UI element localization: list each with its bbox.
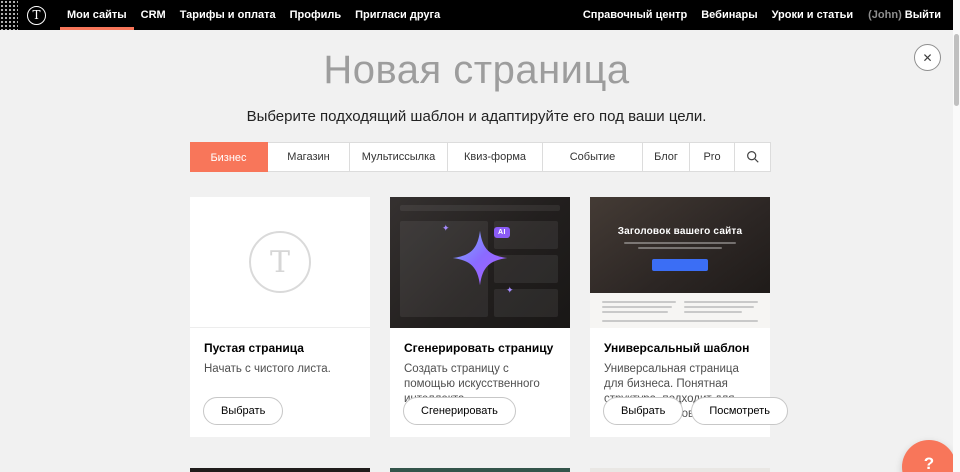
nav-lessons[interactable]: Уроки и статьи: [765, 0, 861, 30]
nav-crm[interactable]: CRM: [134, 0, 173, 30]
preview-line: [684, 311, 742, 313]
nav-help-center[interactable]: Справочный центр: [576, 0, 694, 30]
universal-template-preview: Заголовок вашего сайта: [590, 197, 770, 328]
card-actions: Сгенерировать: [403, 397, 516, 425]
close-button[interactable]: ✕: [914, 44, 941, 71]
card-template: [190, 468, 370, 472]
screen: T Мои сайты CRM Тарифы и оплата Профиль …: [0, 0, 960, 472]
nav-right: Справочный центр Вебинары Уроки и статьи…: [576, 0, 943, 30]
user-name: (John): [860, 9, 902, 21]
preview-line: [602, 320, 758, 322]
nav-invite-friend[interactable]: Пригласи друга: [348, 0, 447, 30]
card-title: Пустая страница: [204, 341, 356, 355]
preview-text-section: [590, 293, 770, 328]
card-blank-page: T Пустая страница Начать с чистого листа…: [190, 197, 370, 437]
ai-badge: AI: [494, 227, 510, 238]
nav-webinars[interactable]: Вебинары: [694, 0, 764, 30]
preview-line: [602, 306, 672, 308]
tab-pro[interactable]: Pro: [690, 143, 735, 171]
card-title: Сгенерировать страницу: [404, 341, 556, 355]
card-universal-template: Заголовок вашего сайта Универсальный шаб…: [590, 197, 770, 437]
ai-generate-preview: AI ✦ ✦: [390, 197, 570, 328]
scrollbar-track: [953, 0, 960, 472]
tab-quiz-form[interactable]: Квиз-форма: [448, 143, 543, 171]
page-title: Новая страница: [0, 48, 953, 93]
template-preview: [390, 468, 570, 472]
tab-blog[interactable]: Блог: [643, 143, 690, 171]
tab-search[interactable]: [735, 143, 770, 171]
choose-button[interactable]: Выбрать: [203, 397, 283, 425]
tab-multilink[interactable]: Мультиссылка: [350, 143, 448, 171]
generate-button[interactable]: Сгенерировать: [403, 397, 516, 425]
preview-line: [684, 301, 758, 303]
tilda-logo[interactable]: T: [27, 6, 46, 25]
scrollbar-thumb[interactable]: [954, 34, 959, 106]
logout-link[interactable]: Выйти: [902, 9, 943, 21]
card-actions: Выбрать: [203, 397, 283, 425]
template-grid: T Пустая страница Начать с чистого листа…: [190, 197, 771, 472]
preview-heading: Заголовок вашего сайта: [590, 226, 770, 237]
card-description: Начать с чистого листа.: [204, 362, 356, 377]
preview-line: [624, 242, 736, 244]
preview-line: [684, 306, 754, 308]
card-title: Универсальный шаблон: [604, 341, 756, 355]
template-preview: [590, 468, 770, 472]
preview-hero: Заголовок вашего сайта: [590, 197, 770, 293]
preview-line: [602, 301, 676, 303]
tab-business[interactable]: Бизнес: [190, 142, 268, 172]
preview-line: [602, 311, 668, 313]
nav-my-sites[interactable]: Мои сайты: [60, 0, 134, 30]
template-category-tabs: Бизнес Магазин Мультиссылка Квиз-форма С…: [190, 142, 771, 172]
sparkle-icon: ✦: [506, 285, 514, 296]
tab-event[interactable]: Событие: [543, 143, 643, 171]
card-body: Сгенерировать страницу Создать страницу …: [390, 328, 570, 407]
tilda-logo-letter: T: [32, 8, 40, 22]
card-body: Пустая страница Начать с чистого листа.: [190, 328, 370, 377]
blank-page-preview: T: [190, 197, 370, 328]
page-subtitle: Выберите подходящий шаблон и адаптируйте…: [0, 108, 953, 125]
preview-line: [638, 247, 722, 249]
choose-button[interactable]: Выбрать: [603, 397, 683, 425]
preview-line: [400, 205, 560, 211]
preview-button: [652, 259, 708, 271]
template-preview: [190, 468, 370, 472]
preview-button[interactable]: Посмотреть: [691, 397, 788, 425]
preview-block: [494, 289, 558, 317]
card-template: [390, 468, 570, 472]
tilda-logo-watermark-letter: T: [270, 245, 290, 280]
nav-profile[interactable]: Профиль: [283, 0, 348, 30]
tilda-logo-watermark: T: [249, 231, 311, 293]
nav-left: Мои сайты CRM Тарифы и оплата Профиль Пр…: [60, 0, 447, 30]
sparkle-icon: ✦: [442, 223, 450, 234]
topbar: T Мои сайты CRM Тарифы и оплата Профиль …: [0, 0, 953, 30]
card-actions: Выбрать Посмотреть: [603, 397, 788, 425]
question-mark-icon: ?: [924, 454, 934, 472]
card-template: [590, 468, 770, 472]
tab-store[interactable]: Магазин: [268, 143, 350, 171]
card-ai-generate: AI ✦ ✦ Сгенерировать страницу Создать ст…: [390, 197, 570, 437]
close-icon: ✕: [922, 51, 932, 65]
search-icon: [746, 150, 760, 164]
texture-pattern: [0, 0, 18, 30]
help-button[interactable]: ?: [902, 440, 956, 472]
nav-tariffs[interactable]: Тарифы и оплата: [173, 0, 283, 30]
